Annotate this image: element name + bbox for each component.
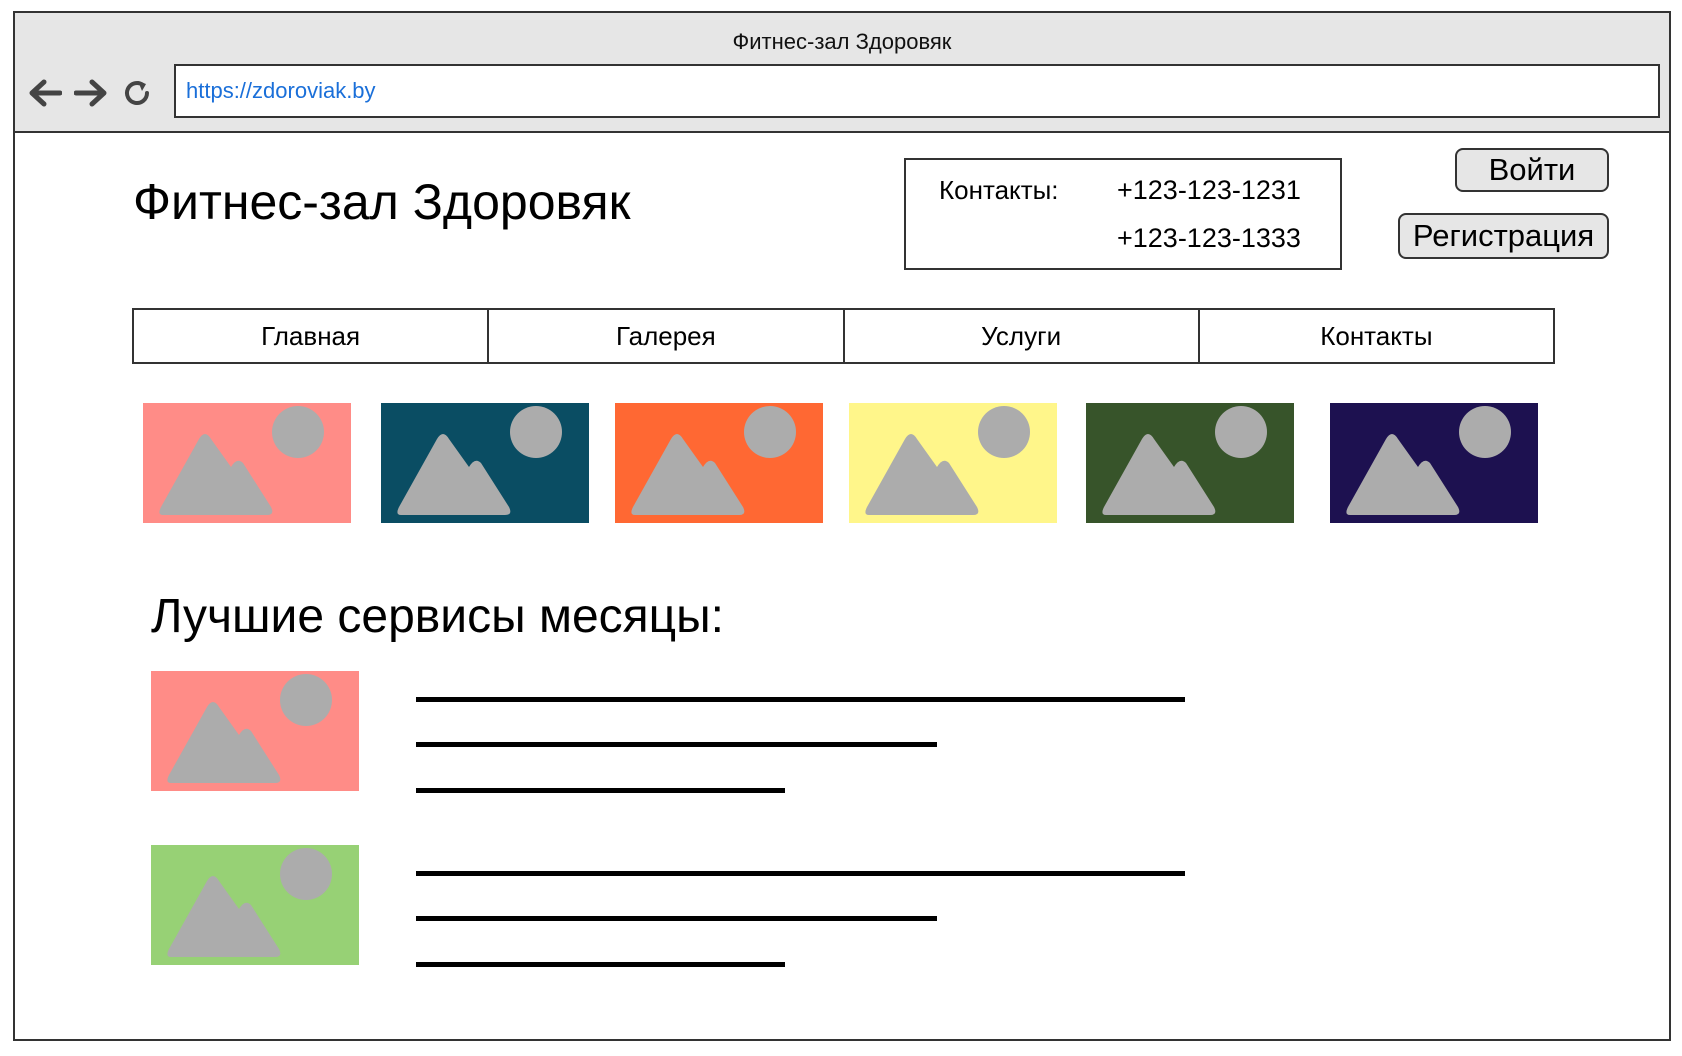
contacts-label: Контакты: <box>939 175 1059 205</box>
page-content: Фитнес-зал Здоровяк Контакты: +123-123-1… <box>15 135 1669 1041</box>
image-placeholder-icon <box>1086 403 1294 523</box>
text-line-placeholder <box>416 788 785 793</box>
gallery-image[interactable] <box>381 403 589 523</box>
site-title: Фитнес-зал Здоровяк <box>133 174 631 230</box>
text-line-placeholder <box>416 916 937 921</box>
menu-item-contacts[interactable]: Контакты <box>1200 310 1553 362</box>
phone-number: +123-123-1231 <box>1117 175 1301 205</box>
browser-chrome: Фитнес-зал Здоровяк https://zdoroviak.by <box>15 13 1669 133</box>
menu-item-home[interactable]: Главная <box>134 310 490 362</box>
forward-arrow-icon[interactable] <box>71 73 111 113</box>
phone-number: +123-123-1333 <box>1117 223 1301 253</box>
gallery-image[interactable] <box>143 403 351 523</box>
gallery-image[interactable] <box>849 403 1057 523</box>
image-placeholder-icon <box>1330 403 1538 523</box>
image-placeholder-icon <box>151 845 359 965</box>
menu-item-gallery[interactable]: Галерея <box>489 310 845 362</box>
section-title: Лучшие сервисы месяцы: <box>151 590 724 643</box>
menu-item-services[interactable]: Услуги <box>845 310 1200 362</box>
text-line-placeholder <box>416 871 1185 876</box>
url-bar[interactable]: https://zdoroviak.by <box>174 64 1660 118</box>
gallery-image[interactable] <box>615 403 823 523</box>
register-button[interactable]: Регистрация <box>1398 213 1609 259</box>
login-button[interactable]: Войти <box>1455 148 1609 192</box>
text-line-placeholder <box>416 742 937 747</box>
gallery-image[interactable] <box>1086 403 1294 523</box>
main-menu: Главная Галерея Услуги Контакты <box>132 308 1555 364</box>
service-image[interactable] <box>151 845 359 965</box>
image-placeholder-icon <box>151 671 359 791</box>
browser-window: Фитнес-зал Здоровяк https://zdoroviak.by… <box>13 11 1671 1041</box>
text-line-placeholder <box>416 962 785 967</box>
image-placeholder-icon <box>381 403 589 523</box>
image-placeholder-icon <box>615 403 823 523</box>
text-line-placeholder <box>416 697 1185 702</box>
contacts-box: Контакты: +123-123-1231 +123-123-1333 <box>904 158 1342 270</box>
back-arrow-icon[interactable] <box>25 73 65 113</box>
reload-icon[interactable] <box>117 73 157 113</box>
image-placeholder-icon <box>849 403 1057 523</box>
service-image[interactable] <box>151 671 359 791</box>
gallery-image[interactable] <box>1330 403 1538 523</box>
image-placeholder-icon <box>143 403 351 523</box>
window-title: Фитнес-зал Здоровяк <box>732 29 952 54</box>
